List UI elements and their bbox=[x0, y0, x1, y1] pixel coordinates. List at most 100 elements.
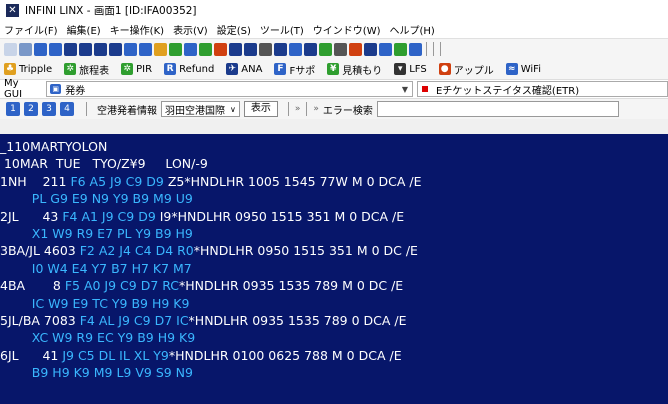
terminal-line: XC W9 R9 EC Y9 B9 H9 K9 bbox=[0, 329, 668, 346]
screen-3-button[interactable]: 3 bbox=[42, 102, 56, 116]
gui-row: My GUI ▣ 発券 ▼ Eチケットステイタス確認(ETR) bbox=[0, 78, 668, 100]
availability-text: F2 A2 J4 C4 D4 R0 bbox=[79, 243, 194, 259]
tool-icon[interactable] bbox=[64, 42, 77, 56]
terminal-text: Z5*HNDLHR 1005 1545 77W M 0 DCA /E bbox=[167, 173, 422, 189]
wifi-button[interactable]: ≈ WiFi bbox=[505, 63, 541, 75]
terminal-text: *HNDLHR 0950 1515 351 M 0 DC /E bbox=[193, 243, 418, 259]
lfs-button[interactable]: ▾ LFS bbox=[394, 63, 427, 75]
tool-icon[interactable] bbox=[379, 42, 392, 56]
toolbar-separator bbox=[426, 42, 427, 56]
fare-table-button[interactable]: ✲ 旅程表 bbox=[64, 62, 109, 77]
ana-button[interactable]: ✈ ANA bbox=[226, 63, 262, 75]
pir-icon: ✲ bbox=[121, 63, 134, 75]
pir-button[interactable]: ✲ PIR bbox=[121, 63, 152, 75]
terminal-line: I0 W4 E4 Y7 B7 H7 K7 M7 bbox=[0, 260, 668, 277]
estimate-icon: ¥ bbox=[327, 63, 340, 75]
tripple-icon: ♣ bbox=[4, 63, 16, 75]
overflow-icon[interactable]: » bbox=[295, 104, 301, 114]
menu-settings[interactable]: 設定(S) bbox=[217, 22, 251, 37]
gui-select[interactable]: ▣ 発券 ▼ bbox=[46, 81, 413, 97]
refund-button[interactable]: R Refund bbox=[164, 63, 214, 75]
toolbar-separator bbox=[287, 102, 289, 116]
lfs-icon: ▾ bbox=[394, 63, 407, 75]
apple-button[interactable]: ● アップル bbox=[438, 62, 494, 77]
screen-2-button[interactable]: 2 bbox=[24, 102, 38, 116]
tool-icon[interactable] bbox=[199, 42, 212, 56]
terminal-text: 5JL/BA 7083 bbox=[0, 312, 80, 328]
tool-icon[interactable] bbox=[214, 42, 227, 56]
tool-icon[interactable] bbox=[259, 42, 272, 56]
toolbar-separator bbox=[86, 102, 87, 116]
menu-tools[interactable]: ツール(T) bbox=[260, 22, 304, 37]
tool-icon[interactable] bbox=[49, 42, 62, 56]
terminal-line: IC W9 E9 TC Y9 B9 H9 K9 bbox=[0, 295, 668, 312]
availability-text: B9 H9 K9 M9 L9 V9 S9 N9 bbox=[0, 365, 193, 381]
tool-icon[interactable] bbox=[184, 42, 197, 56]
menu-view[interactable]: 表示(V) bbox=[173, 22, 208, 37]
tool-icon[interactable] bbox=[94, 42, 107, 56]
menu-window[interactable]: ウインドウ(W) bbox=[313, 22, 381, 37]
tool-icon[interactable] bbox=[154, 42, 167, 56]
terminal-text: _110MARTYOLON bbox=[0, 139, 108, 154]
terminal-text: *HNDLHR 0935 1535 789 M 0 DC /E bbox=[179, 278, 404, 294]
menu-key[interactable]: キー操作(K) bbox=[110, 22, 164, 37]
terminal-line: PL G9 E9 N9 Y9 B9 M9 U9 bbox=[0, 190, 668, 207]
screen-4-button[interactable]: 4 bbox=[60, 102, 74, 116]
terminal-line: 4BA 8 F5 A0 J9 C9 D7 RC*HNDLHR 0935 1535… bbox=[0, 277, 668, 294]
tool-icon[interactable] bbox=[364, 42, 377, 56]
tool-icon[interactable] bbox=[289, 42, 302, 56]
terminal-line: 1NH 211 F6 A5 J9 C9 D9 Z5*HNDLHR 1005 15… bbox=[0, 173, 668, 190]
menu-file[interactable]: ファイル(F) bbox=[4, 22, 58, 37]
menu-help[interactable]: ヘルプ(H) bbox=[390, 22, 435, 37]
tool-icon[interactable] bbox=[169, 42, 182, 56]
tool-icon[interactable] bbox=[109, 42, 122, 56]
terminal-text: I9*HNDLHR 0950 1515 351 M 0 DCA /E bbox=[159, 208, 405, 224]
toolbar-separator bbox=[440, 42, 441, 56]
availability-text: XC W9 R9 EC Y9 B9 H9 K9 bbox=[0, 330, 196, 346]
estimate-button[interactable]: ¥ 見積もり bbox=[327, 62, 382, 77]
airport-select[interactable]: 羽田空港国際 ∨ bbox=[161, 101, 240, 117]
availability-text: F4 A1 J9 C9 D9 bbox=[62, 208, 160, 224]
overflow-icon[interactable]: » bbox=[313, 104, 319, 114]
tool-icon[interactable] bbox=[334, 42, 347, 56]
tripple-button[interactable]: ♣ Tripple bbox=[4, 63, 52, 75]
app-window: ✕ INFINI LINX - 画面1 [ID:IFA00352] ファイル(F… bbox=[0, 0, 668, 404]
terminal-line: B9 H9 K9 M9 L9 V9 S9 N9 bbox=[0, 364, 668, 381]
terminal-line: 3BA/JL 4603 F2 A2 J4 C4 D4 R0*HNDLHR 095… bbox=[0, 242, 668, 259]
app-logo-icon: ✕ bbox=[6, 3, 19, 17]
refund-icon: R bbox=[164, 63, 177, 75]
tool-icon[interactable] bbox=[349, 42, 362, 56]
tool-icon[interactable] bbox=[304, 42, 317, 56]
availability-text: X1 W9 R9 E7 PL Y9 B9 H9 bbox=[0, 225, 193, 241]
availability-text: PL G9 E9 N9 Y9 B9 M9 U9 bbox=[0, 191, 193, 207]
terminal-text: 6JL 41 bbox=[0, 347, 63, 363]
tool-icon[interactable] bbox=[124, 42, 137, 56]
tool-icon[interactable] bbox=[4, 42, 17, 56]
screen-1-button[interactable]: 1 bbox=[6, 102, 20, 116]
shortcut-toolbar: ♣ Tripple ✲ 旅程表 ✲ PIR R Refund ✈ ANA F Fサポ ¥ 見積… bbox=[0, 59, 668, 79]
tool-icon[interactable] bbox=[274, 42, 287, 56]
menu-edit[interactable]: 編集(E) bbox=[67, 22, 101, 37]
terminal-line: 10MAR TUE TYO/Z¥9 LON/-9 bbox=[0, 155, 668, 172]
tool-icon[interactable] bbox=[19, 42, 32, 56]
terminal-screen[interactable]: _110MARTYOLON 10MAR TUE TYO/Z¥9 LON/-9 1N… bbox=[0, 134, 668, 404]
tool-icon[interactable] bbox=[409, 42, 422, 56]
apple-icon: ● bbox=[438, 63, 451, 75]
fsupport-icon: F bbox=[274, 63, 287, 75]
error-search-input[interactable] bbox=[376, 101, 619, 117]
fsupport-button[interactable]: F Fサポ bbox=[274, 62, 315, 77]
availability-text: I0 W4 E4 Y7 B7 H7 K7 M7 bbox=[0, 260, 192, 276]
tool-icon[interactable] bbox=[229, 42, 242, 56]
tool-icon[interactable] bbox=[139, 42, 152, 56]
tool-icon[interactable] bbox=[244, 42, 257, 56]
tool-icon[interactable] bbox=[319, 42, 332, 56]
tool-icon[interactable] bbox=[34, 42, 47, 56]
display-button[interactable]: 表示 bbox=[243, 101, 278, 117]
availability-text: IC W9 E9 TC Y9 B9 H9 K9 bbox=[0, 295, 190, 311]
error-search-label: エラー検索 bbox=[322, 105, 373, 117]
availability-text: F5 A0 J9 C9 D7 RC bbox=[64, 278, 180, 294]
tool-icon[interactable] bbox=[79, 42, 92, 56]
tool-icon[interactable] bbox=[394, 42, 407, 56]
terminal-line: 2JL 43 F4 A1 J9 C9 D9 I9*HNDLHR 0950 151… bbox=[0, 208, 668, 225]
etr-status-select[interactable]: Eチケットステイタス確認(ETR) bbox=[417, 81, 668, 97]
